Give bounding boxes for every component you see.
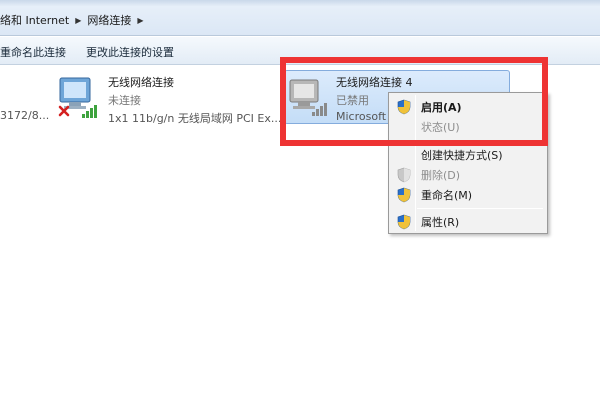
menu-item-label: 删除(D) (421, 169, 461, 182)
connection-name: 无线网络连接 (108, 76, 174, 89)
connection-device: 1x1 11b/g/n 无线局域网 PCI Ex... (108, 112, 282, 125)
menu-item-label: 创建快捷方式(S) (421, 149, 503, 162)
signal-bars-icon (82, 105, 97, 118)
address-bar-top-edge (0, 0, 600, 6)
menu-item-label: 重命名(M) (421, 189, 473, 202)
chevron-right-icon[interactable]: ▶ (137, 16, 143, 25)
truncated-device-text: 3172/8... (0, 109, 50, 122)
change-connection-settings-button[interactable]: 更改此连接的设置 (86, 44, 174, 60)
disconnected-x-icon (58, 105, 70, 117)
breadcrumb-item-network[interactable]: 络和 Internet (0, 12, 69, 28)
menu-item-rename[interactable]: 重命名(M) (391, 185, 545, 205)
rename-connection-button[interactable]: 重命名此连接 (0, 44, 66, 60)
shield-icon (397, 167, 411, 183)
shield-icon (397, 187, 411, 203)
connection-status: 未连接 (108, 94, 141, 107)
menu-separator (417, 208, 543, 209)
breadcrumb-item-current[interactable]: 网络连接 (87, 12, 131, 28)
menu-item-create-shortcut[interactable]: 创建快捷方式(S) (391, 145, 545, 165)
menu-item-label: 属性(R) (421, 216, 460, 229)
network-adapter-icon[interactable] (56, 72, 112, 128)
breadcrumb: 络和 Internet ▶ 网络连接 ▶ (0, 11, 150, 29)
highlight-box (280, 57, 548, 146)
shield-icon (397, 214, 411, 230)
menu-item-delete[interactable]: 删除(D) (391, 165, 545, 185)
menu-item-properties[interactable]: 属性(R) (391, 212, 545, 232)
connection-item-wireless[interactable]: 无线网络连接 未连接 1x1 11b/g/n 无线局域网 PCI Ex... (108, 74, 281, 126)
address-bar: 络和 Internet ▶ 网络连接 ▶ (0, 0, 600, 36)
chevron-right-icon[interactable]: ▶ (75, 16, 81, 25)
